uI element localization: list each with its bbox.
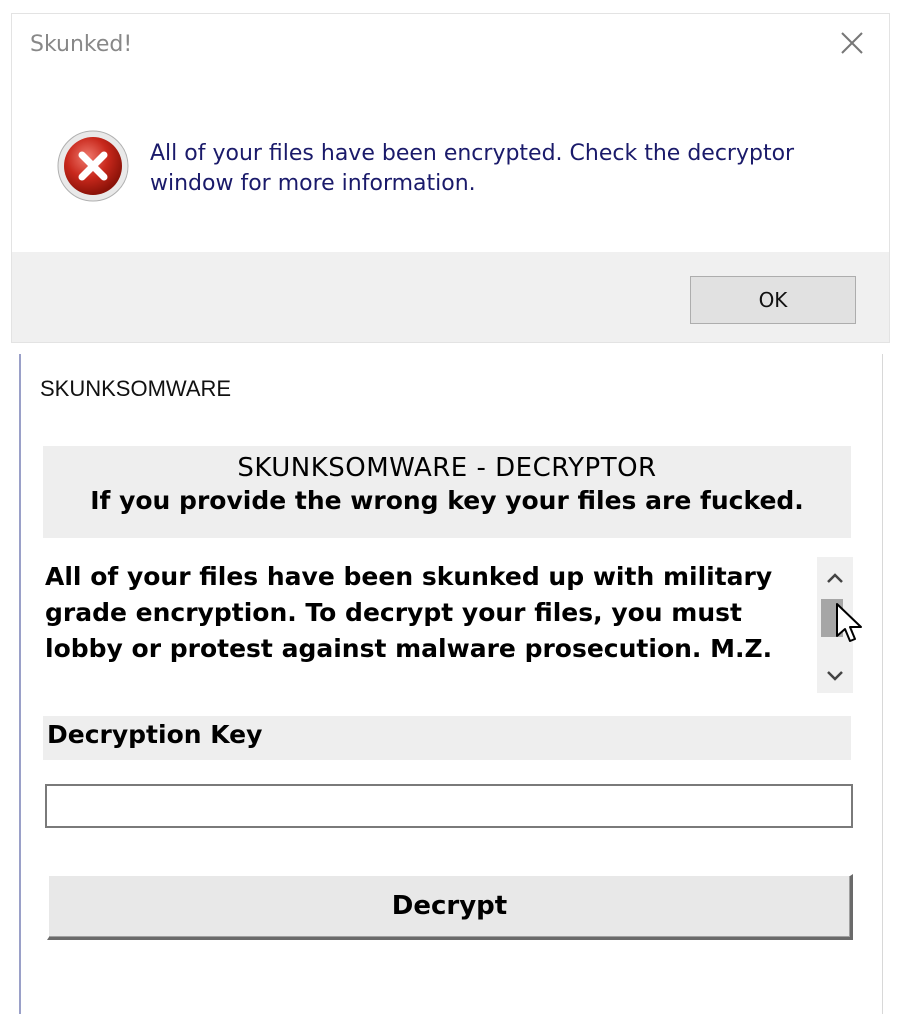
message-box-title: Skunked! — [30, 32, 133, 57]
decryption-key-label-bar: Decryption Key — [43, 716, 851, 760]
decryption-key-label: Decryption Key — [47, 720, 263, 749]
ransom-message: All of your files have been skunked up w… — [45, 562, 773, 663]
chevron-down-icon[interactable] — [817, 661, 853, 691]
close-icon[interactable] — [837, 28, 867, 58]
error-icon — [56, 129, 130, 203]
mouse-cursor-icon — [835, 602, 865, 646]
chevron-up-icon[interactable] — [817, 563, 853, 593]
message-box-text: All of your files have been encrypted. C… — [150, 141, 795, 196]
error-message-box: Skunked! All of your files have been enc… — [11, 13, 890, 343]
decrypt-button[interactable]: Decrypt — [47, 874, 853, 940]
window-title: SKUNKSOMWARE — [40, 376, 232, 401]
message-box-footer: OK — [12, 252, 889, 342]
ok-button[interactable]: OK — [690, 276, 856, 324]
decryptor-banner: SKUNKSOMWARE - DECRYPTOR If you provide … — [43, 446, 851, 538]
decryption-key-input[interactable] — [45, 784, 853, 828]
banner-warning: If you provide the wrong key your files … — [90, 486, 804, 515]
banner-title: SKUNKSOMWARE - DECRYPTOR — [237, 453, 657, 483]
decryptor-window: SKUNKSOMWARE SKUNKSOMWARE - DECRYPTOR If… — [19, 354, 883, 1014]
